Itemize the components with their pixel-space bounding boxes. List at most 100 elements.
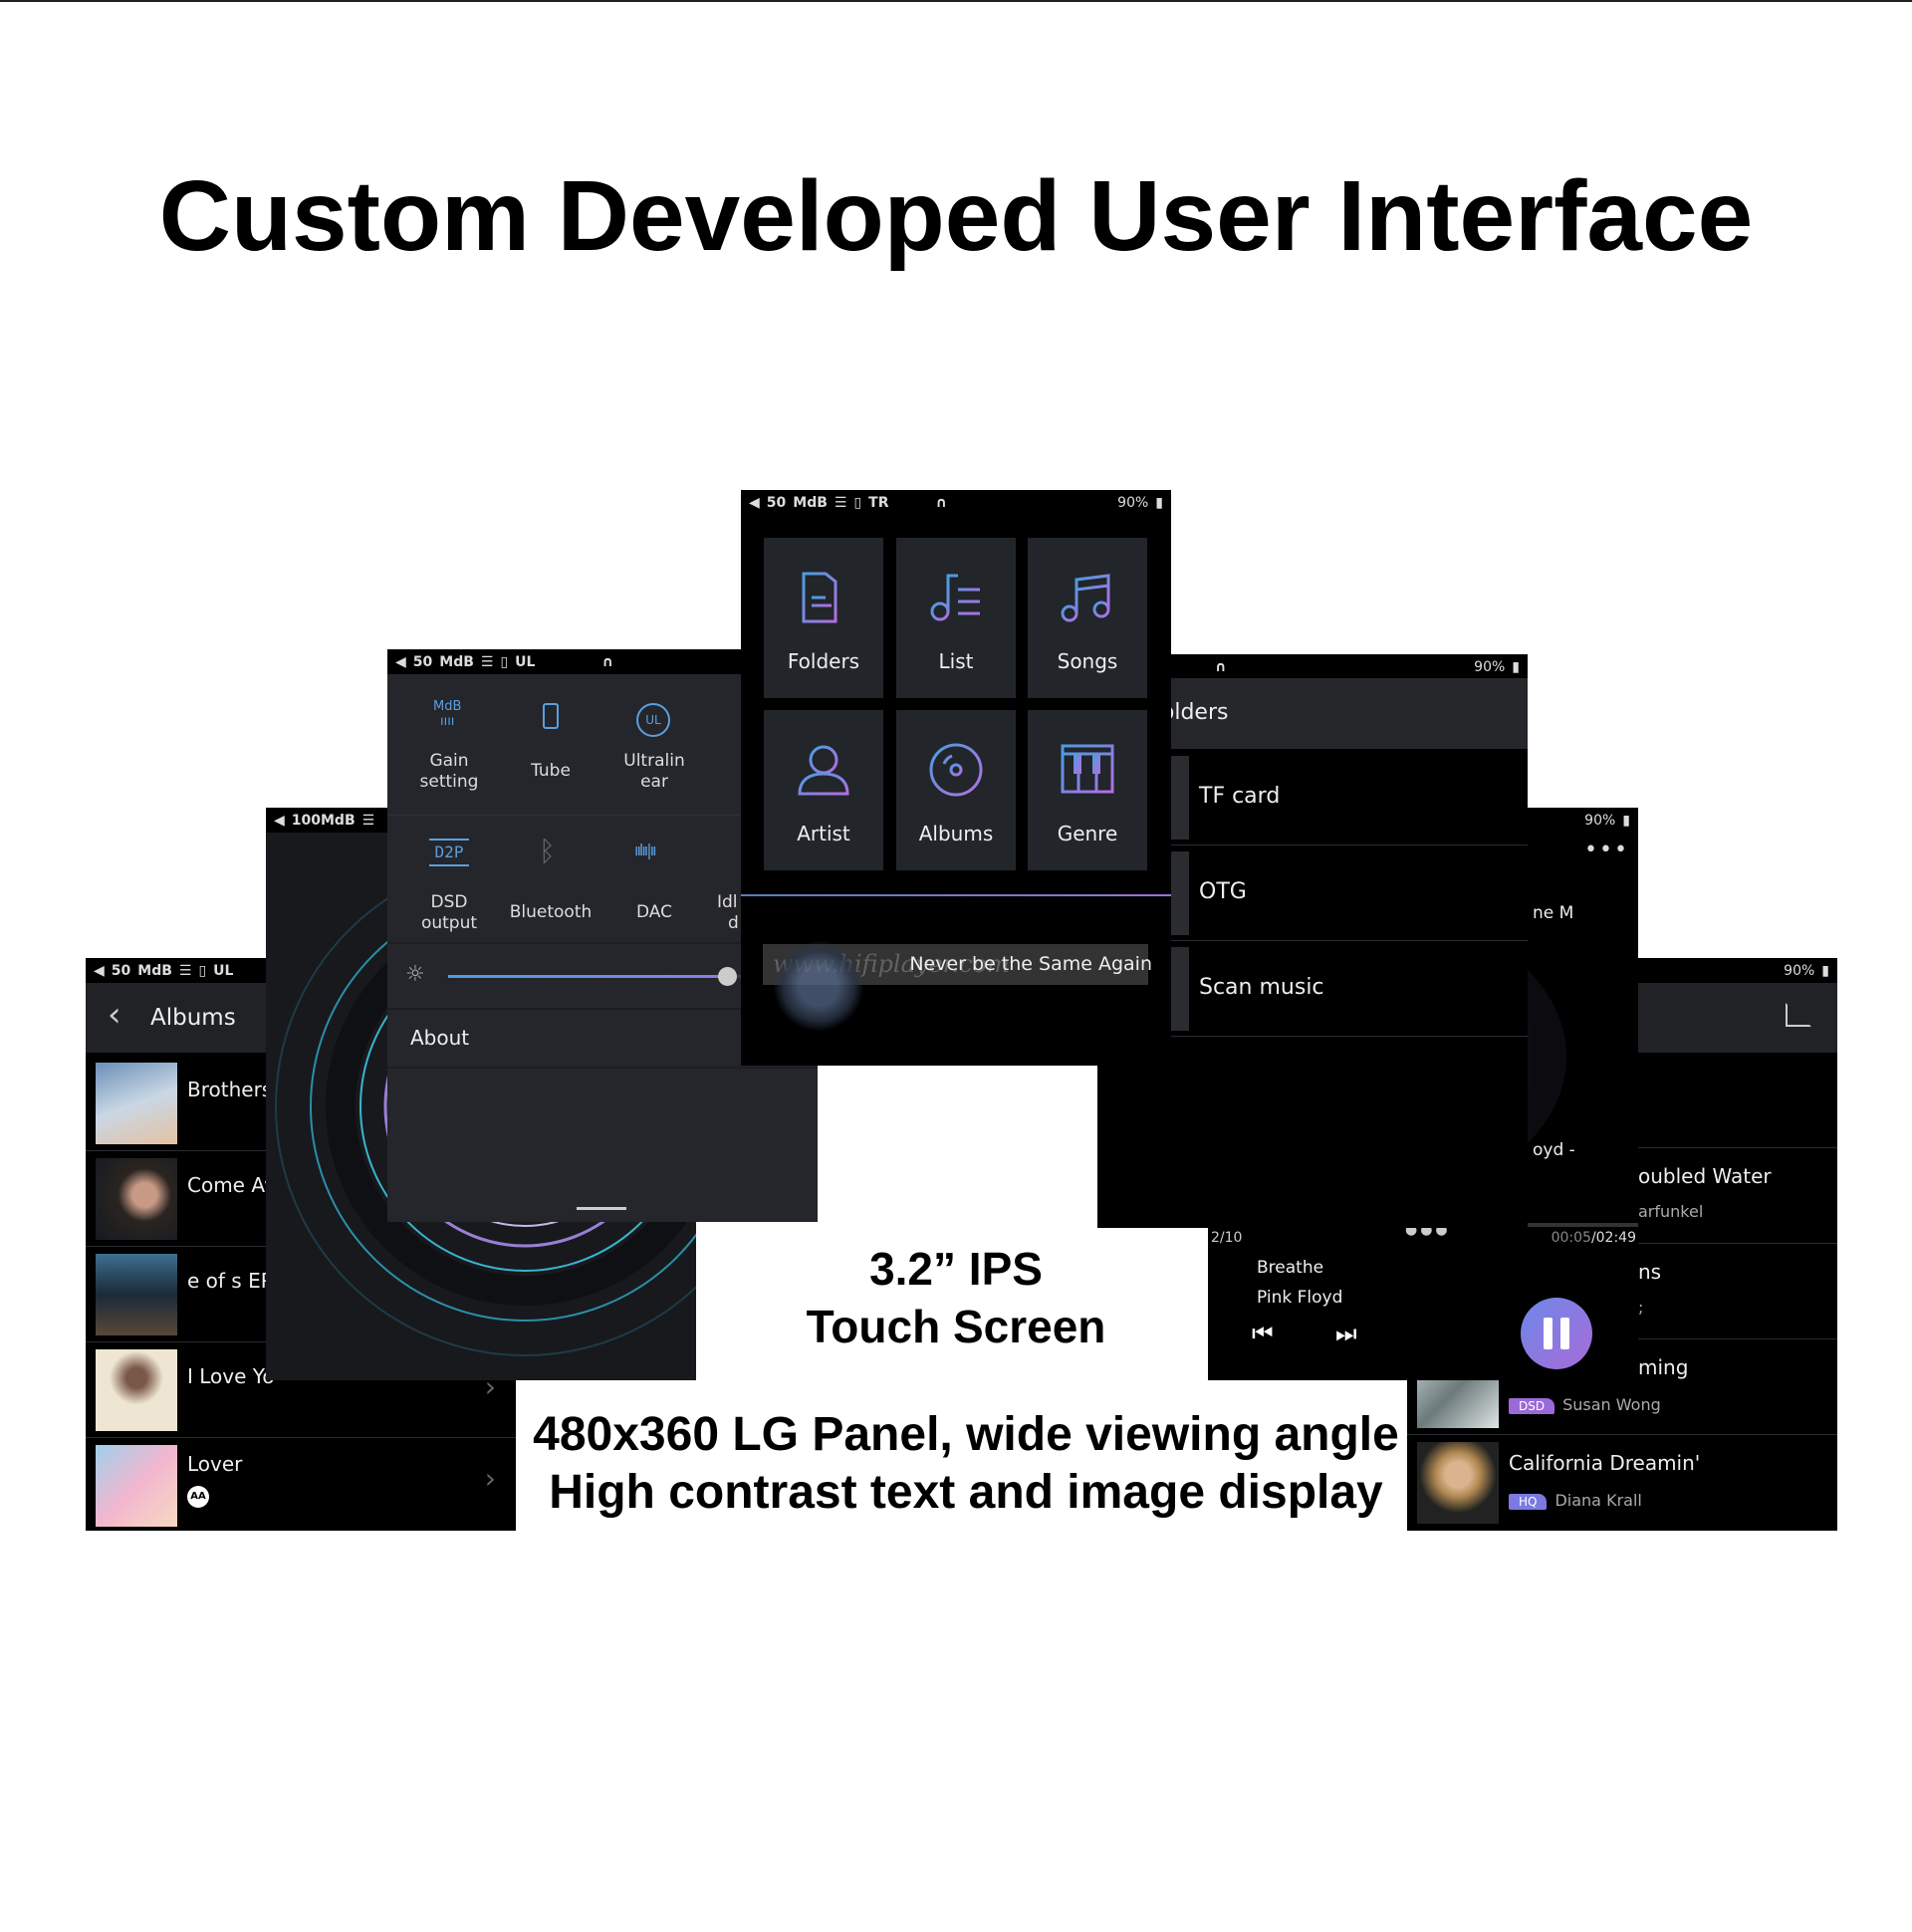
battery-icon: ▮ <box>1622 812 1630 829</box>
brightness-icon: ☼ <box>405 962 425 987</box>
track-artist: oyd - <box>1533 1140 1575 1160</box>
piano-icon <box>1061 744 1114 794</box>
battery-icon: ▮ <box>1512 658 1520 675</box>
tile-label: Albums <box>918 822 994 845</box>
header-title: Albums <box>150 1005 236 1031</box>
setting-label: DAC <box>636 902 672 922</box>
previous-track-icon[interactable]: ⏮ <box>1252 1320 1274 1347</box>
dsd-badge: DSD <box>1509 1397 1555 1414</box>
battery-level: 90% <box>1474 658 1506 675</box>
brightness-fill <box>448 975 727 978</box>
tile-genre[interactable]: Genre <box>1028 710 1147 870</box>
queue-icon: ☰ <box>480 653 494 670</box>
headphones-icon: ∩ <box>935 494 947 511</box>
battery-level: 90% <box>1784 962 1815 979</box>
album-art <box>96 1254 177 1335</box>
track-title: California Dreamin' <box>1509 1451 1701 1475</box>
setting-label: Bluetooth <box>509 902 593 922</box>
ultralinear-icon: UL <box>636 703 670 737</box>
panel-caption: 480x360 LG Panel, wide viewing angle High… <box>533 1408 1399 1519</box>
tile-artist[interactable]: Artist <box>764 710 883 870</box>
screen-caption: 3.2” IPS Touch Screen <box>806 1243 1106 1352</box>
track-artist: Susan Wong <box>1562 1395 1661 1414</box>
tube-icon <box>543 703 559 729</box>
hires-audio-badge-icon: AA <box>187 1486 209 1508</box>
tile-albums[interactable]: Albums <box>896 710 1016 870</box>
track-index: 2/10 <box>1211 1230 1243 1246</box>
tile-folders[interactable]: Folders <box>764 538 883 698</box>
bluetooth-icon: ᛒ <box>539 835 556 867</box>
queue-icon: ☰ <box>834 494 847 511</box>
album-title: e of s EP <box>187 1269 273 1293</box>
gain-label: MdB <box>137 962 172 979</box>
pause-icon-bar <box>1560 1318 1569 1349</box>
tile-label: Genre <box>1057 822 1118 845</box>
dac-button[interactable]: ıılıı|ıı DAC <box>604 839 704 938</box>
page-title: Custom Developed User Interface <box>158 160 1754 272</box>
status-bar: ◀ 50 MdB ☰ ▯ TR ∩ 90% ▮ <box>741 490 1171 515</box>
top-border <box>0 0 1912 2</box>
tile-label: Songs <box>1057 649 1118 673</box>
album-disc-thumbnail <box>773 940 864 1032</box>
mode-label: UL <box>515 653 536 670</box>
album-title: Brothers <box>187 1078 273 1101</box>
more-options-icon[interactable]: ••• <box>1584 838 1629 862</box>
now-playing-title: Never be the Same Again <box>909 953 1152 975</box>
album-title: Lover <box>187 1452 243 1476</box>
gain-icon: MdB ıııı <box>433 699 462 729</box>
tile-label: Artist <box>797 822 850 845</box>
pause-icon <box>1544 1318 1553 1349</box>
person-icon <box>798 745 849 796</box>
battery-level: 90% <box>1117 494 1149 511</box>
track-title: ns <box>1638 1260 1662 1284</box>
sd-card-icon: ▯ <box>198 962 207 979</box>
setting-label: Tube <box>531 761 571 781</box>
bluetooth-button[interactable]: ᛒ Bluetooth <box>501 835 600 938</box>
setting-label: Idl <box>717 892 738 912</box>
album-art <box>96 1063 177 1144</box>
tile-list[interactable]: List <box>896 538 1016 698</box>
battery-icon: ▮ <box>1155 494 1163 511</box>
d2p-icon: D2P <box>429 839 469 866</box>
time-readout: 00:05/02:49 <box>1551 1230 1636 1246</box>
disc-icon <box>929 743 983 797</box>
volume-level: 50 <box>766 494 787 511</box>
album-art <box>96 1445 177 1527</box>
sd-card-icon: ▯ <box>853 494 862 511</box>
album-title: I Love Yo <box>187 1364 275 1388</box>
track-title: ming <box>1638 1355 1689 1379</box>
speaker-icon: ◀ <box>749 494 760 511</box>
album-row[interactable]: Lover AA › <box>86 1438 516 1531</box>
hq-badge: HQ <box>1509 1493 1548 1510</box>
track-title: ne M <box>1533 903 1574 923</box>
ultralinear-button[interactable]: UL Ultralin ear <box>604 699 704 809</box>
album-art <box>96 1349 177 1431</box>
tile-songs[interactable]: Songs <box>1028 538 1147 698</box>
speaker-icon: ◀ <box>395 653 406 670</box>
brightness-thumb[interactable] <box>718 967 737 986</box>
pause-button[interactable] <box>1521 1298 1592 1369</box>
folder-file-icon <box>802 572 837 623</box>
tile-label: List <box>938 649 974 673</box>
next-track-icon[interactable]: ⏭ <box>1335 1320 1357 1347</box>
track-artist: arfunkel <box>1638 1202 1704 1221</box>
sd-card-icon: ▯ <box>500 653 509 670</box>
music-note-icon <box>1061 574 1110 622</box>
battery-level: 90% <box>1584 812 1616 829</box>
battery-icon: ▮ <box>1821 962 1829 979</box>
mode-label: UL <box>213 962 234 979</box>
divider <box>741 894 1171 896</box>
track-artist: ; <box>1638 1298 1644 1317</box>
dsd-output-button[interactable]: D2P DSD output <box>399 839 499 938</box>
dac-icon: ıılıı|ıı <box>634 841 656 859</box>
gain-setting-button[interactable]: MdB ıııı Gain setting <box>399 699 499 809</box>
playlist-row[interactable]: California Dreamin' HQ Diana Krall <box>1407 1435 1837 1531</box>
back-icon[interactable]: ‹ <box>108 995 121 1035</box>
gain-label: MdB <box>793 494 828 511</box>
edit-icon[interactable] <box>1786 1003 1811 1027</box>
gain-label: MdB <box>439 653 474 670</box>
queue-icon: ☰ <box>178 962 192 979</box>
home-indicator[interactable] <box>577 1207 626 1210</box>
tube-button[interactable]: Tube <box>501 699 600 809</box>
speaker-icon: ◀ <box>94 962 105 979</box>
